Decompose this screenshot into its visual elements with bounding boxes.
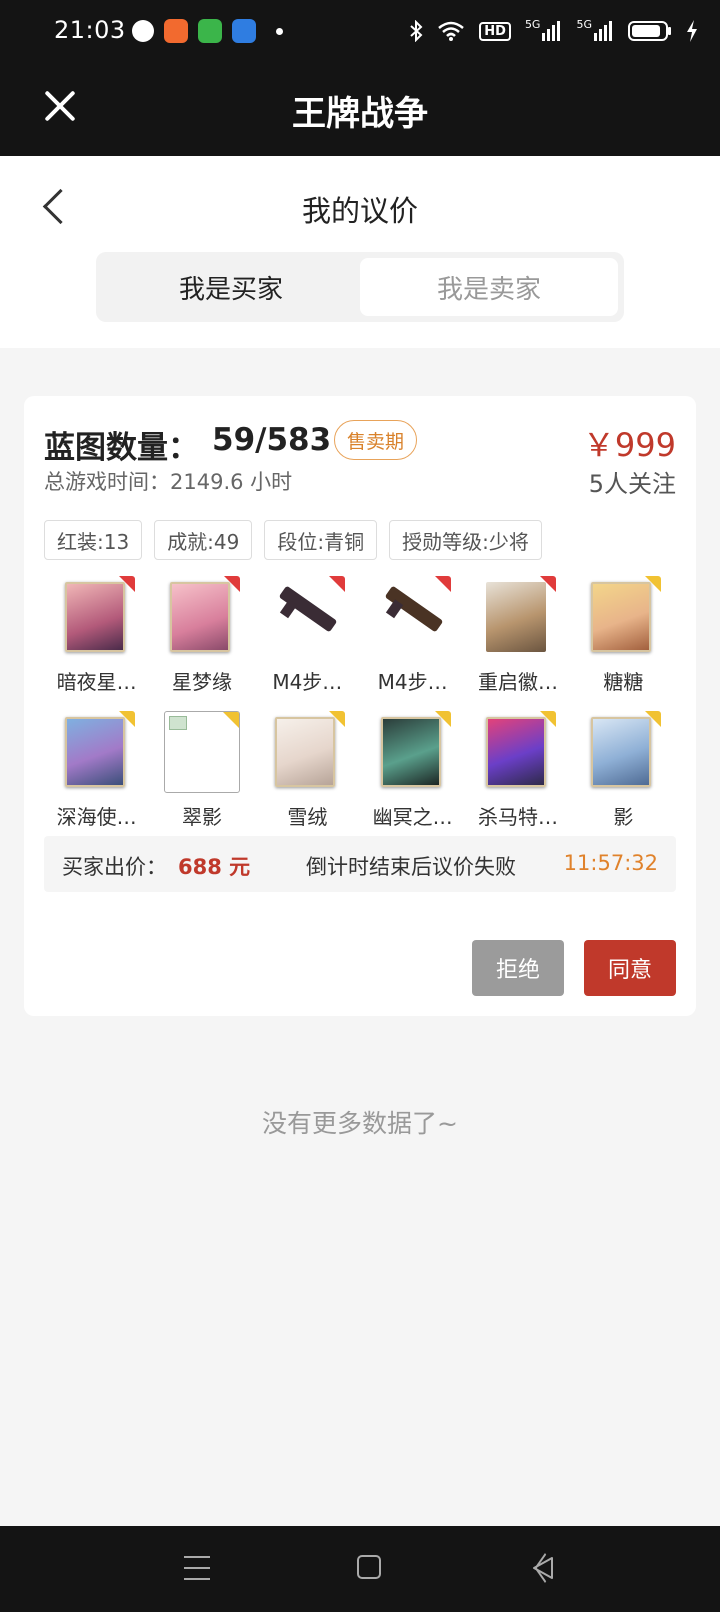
app-title: 王牌战争 [292,94,428,134]
item-tile[interactable]: 幽冥之… [360,711,465,830]
playtime: 总游戏时间：2149.6 小时 [44,470,293,494]
item-name: 糖糖 [603,670,644,694]
agree-button[interactable]: 同意 [584,940,676,996]
item-name: M4步… [272,670,343,694]
chip-medal-level: 授勋等级:少将 [389,520,542,560]
item-thumbnail [164,576,240,658]
item-name: 雪绒 [287,805,328,829]
item-name: 影 [613,805,634,829]
countdown-timer: 11:57:32 [563,851,658,875]
system-icons: HD 5G 5G [409,18,698,44]
signal-5g-icon: 5G [576,18,614,44]
followers-count: 5人关注 [588,470,676,498]
broken-image-icon [163,711,240,793]
item-tile[interactable]: 糖糖 [571,576,676,695]
item-name: 重启徽… [477,670,558,694]
item-grid: 暗夜星… 星梦缘 M4步… M4步… 重启徽… 糖糖 深海使… 翠影 雪绒 幽冥… [44,576,676,830]
menu-icon[interactable] [184,1556,210,1580]
item-thumbnail [585,576,662,658]
signal-5g-text: 5G [576,18,592,31]
signal-5g-text: 5G [524,18,541,31]
item-thumbnail [269,711,346,793]
battery-icon [628,18,672,44]
browser-icon [232,19,256,43]
item-name: 翠影 [181,805,222,829]
item-tile[interactable]: 暗夜星… [44,576,149,695]
bluetooth-icon [409,18,423,44]
tab-seller[interactable]: 我是卖家 [360,258,618,316]
rifle-icon [384,585,444,633]
attribute-chips: 红装:13 成就:49 段位:青铜 授勋等级:少将 [44,520,542,560]
charging-icon [686,18,698,44]
item-name: 深海使… [56,805,137,829]
item-name: 星梦缘 [171,670,232,694]
item-tile[interactable]: 深海使… [44,711,149,830]
item-tile[interactable]: 雪绒 [255,711,360,830]
rifle-icon [278,585,338,633]
offer-card[interactable]: 蓝图数量： 59/583 售卖期 ￥999 总游戏时间：2149.6 小时 5人… [24,396,696,1016]
messages-icon [198,19,222,43]
item-thumbnail [269,576,346,658]
offer-amount: 688 元 [178,855,251,879]
chip-red-gear: 红装:13 [44,520,143,560]
item-tile[interactable]: 影 [571,711,676,830]
item-name: M4步… [377,670,448,694]
item-thumbnail [585,711,662,793]
item-tile[interactable]: M4步… [255,576,360,695]
listing-price: ￥999 [582,426,676,464]
item-name: 杀马特… [477,805,558,829]
no-more-data-text: 没有更多数据了~ [262,1109,458,1138]
item-thumbnail [480,711,556,793]
item-tile[interactable]: 重启徽… [465,576,570,695]
chip-rank: 段位:青铜 [264,520,378,560]
wechat-icon [132,20,154,42]
status-bar: 21:03 HD 5G 5G [0,0,720,64]
signal-5g-icon: 5G [525,18,563,44]
role-tabs: 我是买家 我是卖家 [96,252,624,322]
more-notifications-dot [276,27,283,35]
system-nav-bar [0,1526,720,1612]
blueprint-count: 59/583 [212,422,332,458]
notification-icons [132,19,283,43]
buyer-offer-bar: 买家出价： 688 元 倒计时结束后议价失败 11:57:32 [44,836,676,892]
page-header: 我的议价 我是买家 我是卖家 [0,156,720,348]
tab-buyer[interactable]: 我是买家 [102,258,360,316]
item-tile[interactable]: 杀马特… [465,711,570,830]
app-title-bar: 王牌战争 [0,64,720,156]
item-thumbnail [375,576,451,658]
item-tile[interactable]: 翠影 [149,711,254,830]
blueprint-label: 蓝图数量： [44,430,199,466]
reject-button[interactable]: 拒绝 [472,940,564,996]
item-tile[interactable]: M4步… [360,576,465,695]
page-title: 我的议价 [301,194,418,228]
chip-achievements: 成就:49 [154,520,253,560]
item-name: 暗夜星… [56,670,137,694]
status-badge: 售卖期 [334,420,418,460]
item-name: 幽冥之… [372,805,453,829]
countdown-note: 倒计时结束后议价失败 [306,855,516,879]
wifi-icon [437,18,465,44]
item-tile[interactable]: 星梦缘 [149,576,254,695]
home-icon[interactable] [357,1555,381,1579]
nav-back-icon[interactable] [530,1555,554,1581]
status-time: 21:03 [54,16,126,44]
item-thumbnail [375,711,451,793]
item-thumbnail [480,576,556,658]
offer-label: 买家出价： [62,855,167,879]
app-store-icon [164,19,188,43]
item-thumbnail [59,576,135,658]
item-thumbnail [59,711,135,793]
hd-text: HD [479,21,511,41]
hd-icon: HD [479,18,511,44]
